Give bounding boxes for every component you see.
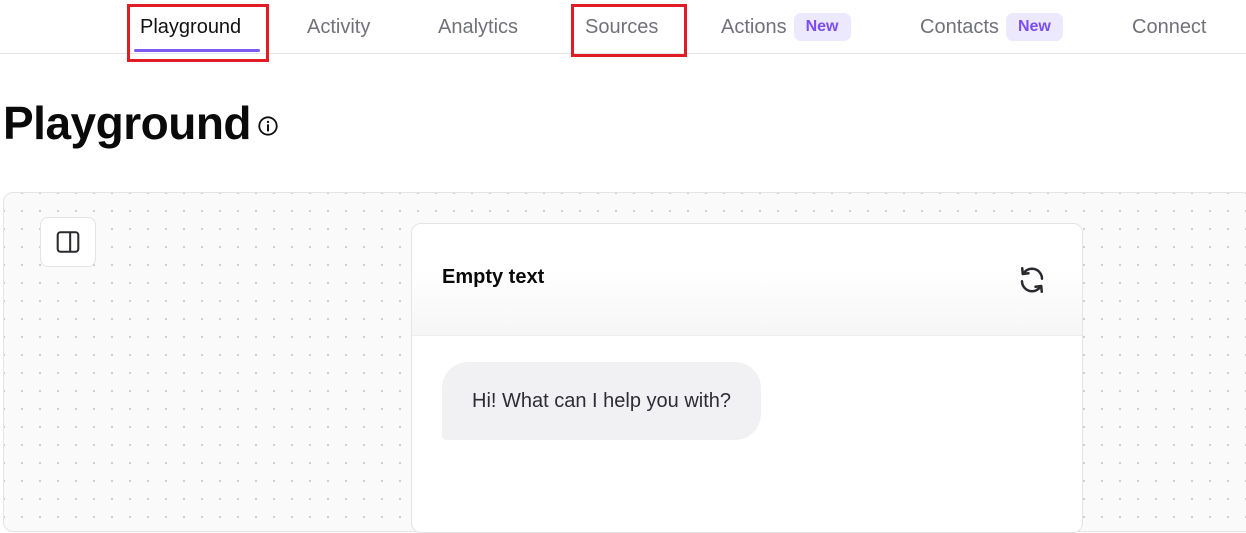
sidebar-panel-icon: [56, 231, 80, 253]
new-badge: New: [1005, 13, 1063, 41]
tab-label: Activity: [307, 15, 371, 38]
tab-actions[interactable]: Actions New: [721, 0, 851, 54]
tab-contacts[interactable]: Contacts New: [920, 0, 1063, 54]
chat-preview-card: Empty text Hi! What can I help you with?: [411, 223, 1083, 533]
assistant-message-bubble: Hi! What can I help you with?: [442, 362, 762, 440]
tab-label: Connect: [1132, 15, 1207, 38]
tab-label: Actions: [721, 15, 787, 38]
highlight-box-playground: [127, 4, 269, 62]
tab-analytics[interactable]: Analytics: [438, 0, 518, 54]
refresh-button[interactable]: [1016, 264, 1048, 296]
page-title: Playground: [3, 97, 252, 149]
chat-header: Empty text: [412, 224, 1082, 336]
tab-activity[interactable]: Activity: [307, 0, 370, 54]
info-icon[interactable]: [257, 115, 279, 137]
highlight-box-sources: [571, 4, 687, 57]
new-badge: New: [793, 13, 851, 41]
tab-label: Analytics: [438, 15, 519, 38]
tab-label: Contacts: [920, 15, 999, 38]
refresh-icon: [1020, 266, 1044, 293]
chat-title: Empty text: [442, 266, 545, 288]
message-text: Hi! What can I help you with?: [472, 389, 732, 412]
toggle-panel-button[interactable]: [40, 217, 96, 267]
tab-connect[interactable]: Connect: [1132, 0, 1207, 54]
